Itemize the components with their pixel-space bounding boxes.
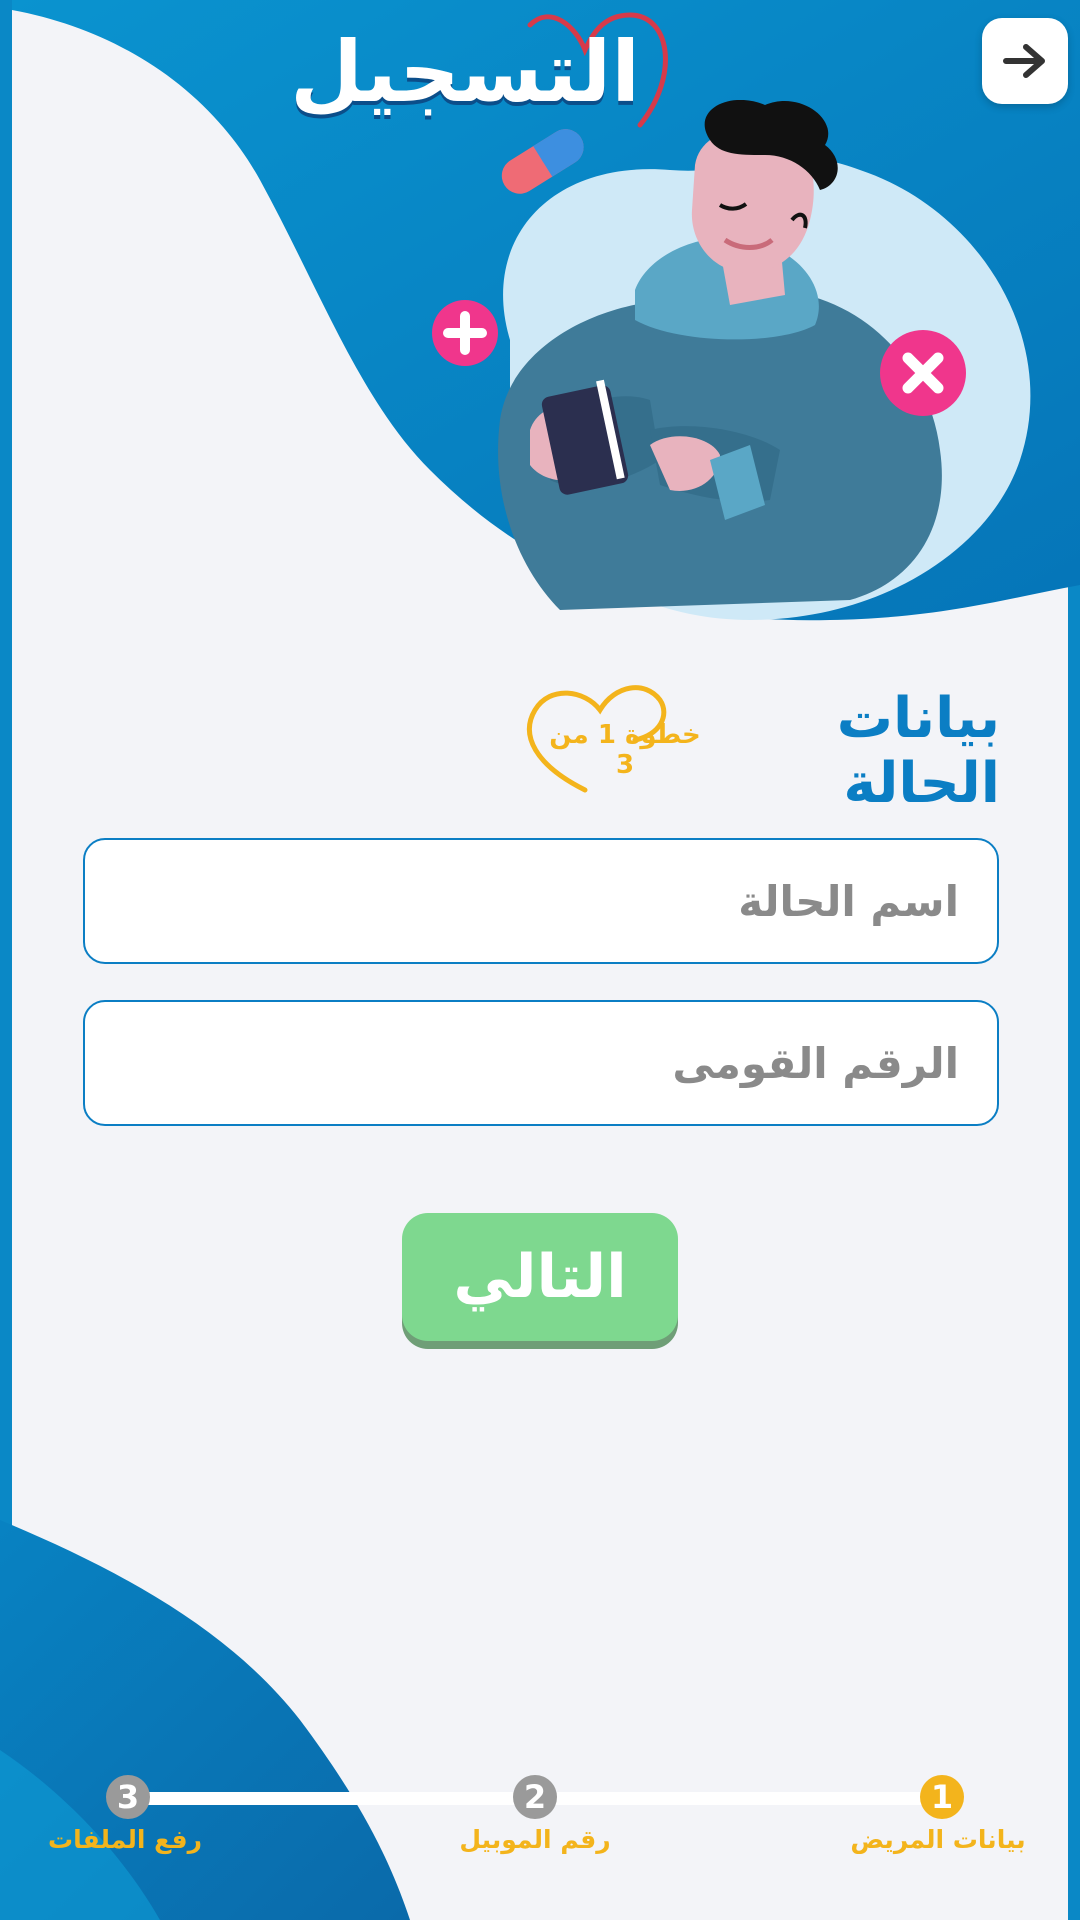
- arrow-right-icon: [1003, 44, 1045, 78]
- national-id-field-container: [83, 1000, 999, 1126]
- national-id-input[interactable]: [85, 1002, 997, 1124]
- step-3-label: رفع الملفات: [48, 1825, 202, 1854]
- step-1-label: بيانات المريض: [850, 1825, 1026, 1854]
- case-name-field-container: [83, 838, 999, 964]
- step-2-circle: 2: [513, 1775, 557, 1819]
- back-button[interactable]: [982, 18, 1068, 104]
- step-3-circle: 3: [106, 1775, 150, 1819]
- section-title: بيانات الحالة: [836, 686, 1000, 816]
- x-badge-icon: [880, 330, 966, 416]
- case-name-input[interactable]: [85, 840, 997, 962]
- step-1-circle: 1: [920, 1775, 964, 1819]
- next-button[interactable]: التالي: [402, 1213, 678, 1341]
- step-indicator: خطوة 1 من 3: [549, 720, 701, 780]
- plus-badge-icon: [432, 300, 498, 366]
- step-2-label: رقم الموبيل: [459, 1825, 611, 1854]
- registration-screen: التسجيل بيانات الحالة خطوة 1 من 3 اسم ال…: [0, 0, 1080, 1920]
